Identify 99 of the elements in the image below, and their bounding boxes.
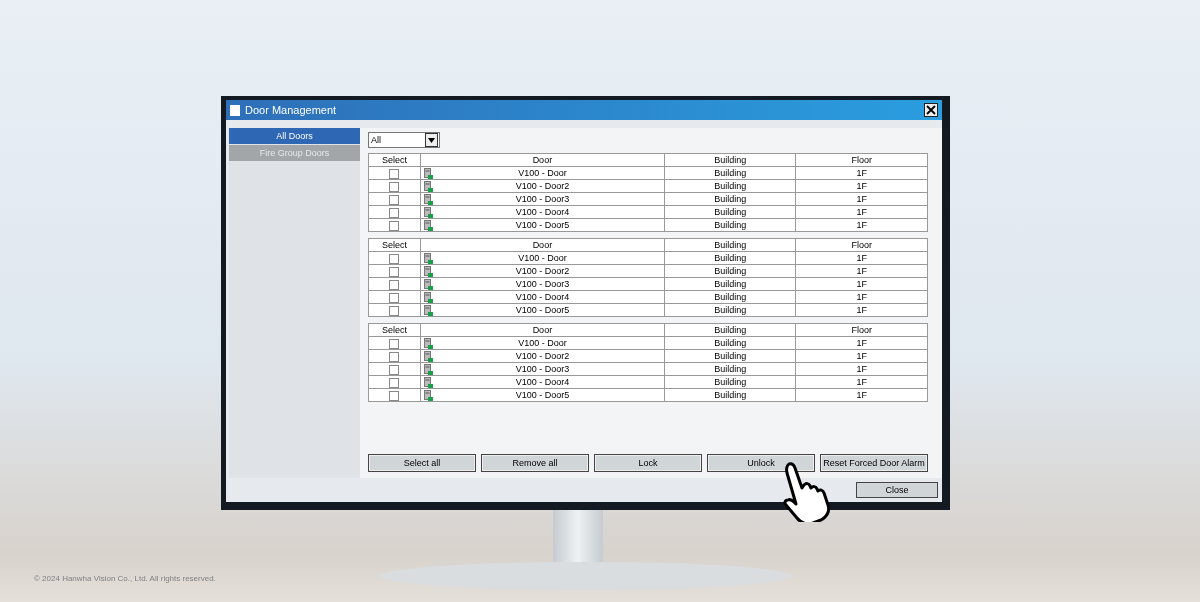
door-icon	[423, 279, 433, 290]
door-icon	[423, 194, 433, 205]
table-cell: Building	[664, 166, 796, 180]
column-header: Select	[368, 238, 421, 252]
action-button[interactable]: Select all	[368, 454, 476, 472]
door-icon	[423, 220, 433, 231]
table-cell: Building	[664, 303, 796, 317]
table-cell: V100 - Door2	[420, 264, 665, 278]
table-cell: Building	[664, 375, 796, 389]
checkbox[interactable]	[389, 168, 400, 179]
checkbox[interactable]	[389, 338, 400, 349]
window-icon	[230, 104, 240, 116]
table-cell: V100 - Door3	[420, 192, 665, 206]
filter-dropdown[interactable]: All	[368, 132, 440, 148]
door-icon	[423, 181, 433, 192]
column-header: Select	[368, 153, 421, 167]
table-cell: 1F	[795, 218, 928, 232]
table-cell: Building	[664, 388, 796, 402]
sidebar-item[interactable]: All Doors	[229, 128, 360, 144]
table-cell: V100 - Door4	[420, 375, 665, 389]
table-cell: 1F	[795, 303, 928, 317]
table-cell: 1F	[795, 205, 928, 219]
column-header: Floor	[795, 323, 928, 337]
table-cell: Building	[664, 349, 796, 363]
door-icon	[423, 292, 433, 303]
table-cell: Building	[664, 192, 796, 206]
checkbox[interactable]	[389, 364, 400, 375]
door-icon	[423, 266, 433, 277]
table-cell: Building	[664, 362, 796, 376]
checkbox[interactable]	[389, 220, 400, 231]
door-icon	[423, 305, 433, 316]
checkbox[interactable]	[389, 279, 400, 290]
checkbox[interactable]	[389, 207, 400, 218]
checkbox[interactable]	[389, 390, 400, 401]
table-cell: 1F	[795, 179, 928, 193]
table-cell: V100 - Door	[420, 336, 665, 350]
column-header: Door	[420, 323, 665, 337]
table-cell: Building	[664, 218, 796, 232]
door-icon	[423, 207, 433, 218]
table-cell: V100 - Door4	[420, 205, 665, 219]
column-header: Select	[368, 323, 421, 337]
checkbox[interactable]	[389, 181, 400, 192]
checkbox[interactable]	[389, 292, 400, 303]
table-cell: V100 - Door	[420, 251, 665, 265]
table-cell: Building	[664, 336, 796, 350]
action-button[interactable]: Lock	[594, 454, 702, 472]
door-icon	[423, 351, 433, 362]
checkbox[interactable]	[389, 253, 400, 264]
door-icon	[423, 390, 433, 401]
column-header: Building	[664, 323, 796, 337]
checkbox[interactable]	[389, 194, 400, 205]
table-cell: V100 - Door	[420, 166, 665, 180]
table-cell: 1F	[795, 251, 928, 265]
table-cell: V100 - Door4	[420, 290, 665, 304]
copyright-text: © 2024 Hanwha Vision Co., Ltd. All rights reserved.	[34, 574, 216, 583]
door-icon	[423, 338, 433, 349]
close-button[interactable]: Close	[856, 482, 938, 498]
action-button[interactable]: Remove all	[481, 454, 589, 472]
column-header: Floor	[795, 238, 928, 252]
table-cell: 1F	[795, 264, 928, 278]
door-icon	[423, 168, 433, 179]
table-cell: 1F	[795, 336, 928, 350]
table-cell: V100 - Door3	[420, 362, 665, 376]
column-header: Door	[420, 238, 665, 252]
table-cell: Building	[664, 179, 796, 193]
column-header: Building	[664, 153, 796, 167]
table-cell: V100 - Door5	[420, 388, 665, 402]
column-header: Floor	[795, 153, 928, 167]
checkbox[interactable]	[389, 377, 400, 388]
door-icon	[423, 364, 433, 375]
table-cell: Building	[664, 264, 796, 278]
table-cell: 1F	[795, 192, 928, 206]
column-header: Building	[664, 238, 796, 252]
door-icon	[423, 377, 433, 388]
table-cell: 1F	[795, 349, 928, 363]
table-cell: 1F	[795, 362, 928, 376]
table-cell: Building	[664, 251, 796, 265]
table-cell: Building	[664, 205, 796, 219]
table-cell: 1F	[795, 388, 928, 402]
table-cell: Building	[664, 277, 796, 291]
table-cell: V100 - Door3	[420, 277, 665, 291]
table-cell: 1F	[795, 277, 928, 291]
table-cell: 1F	[795, 290, 928, 304]
checkbox[interactable]	[389, 305, 400, 316]
table-cell: V100 - Door5	[420, 303, 665, 317]
action-button[interactable]: Unlock	[707, 454, 815, 472]
checkbox[interactable]	[389, 351, 400, 362]
table-cell: V100 - Door5	[420, 218, 665, 232]
table-cell: Building	[664, 290, 796, 304]
close-icon[interactable]	[924, 103, 938, 117]
table-cell: V100 - Door2	[420, 179, 665, 193]
table-cell: V100 - Door2	[420, 349, 665, 363]
column-header: Door	[420, 153, 665, 167]
table-cell: 1F	[795, 166, 928, 180]
table-cell: 1F	[795, 375, 928, 389]
window-title: Door Management	[245, 104, 338, 116]
action-button[interactable]: Reset Forced Door Alarm	[820, 454, 928, 472]
checkbox[interactable]	[389, 266, 400, 277]
door-icon	[423, 253, 433, 264]
